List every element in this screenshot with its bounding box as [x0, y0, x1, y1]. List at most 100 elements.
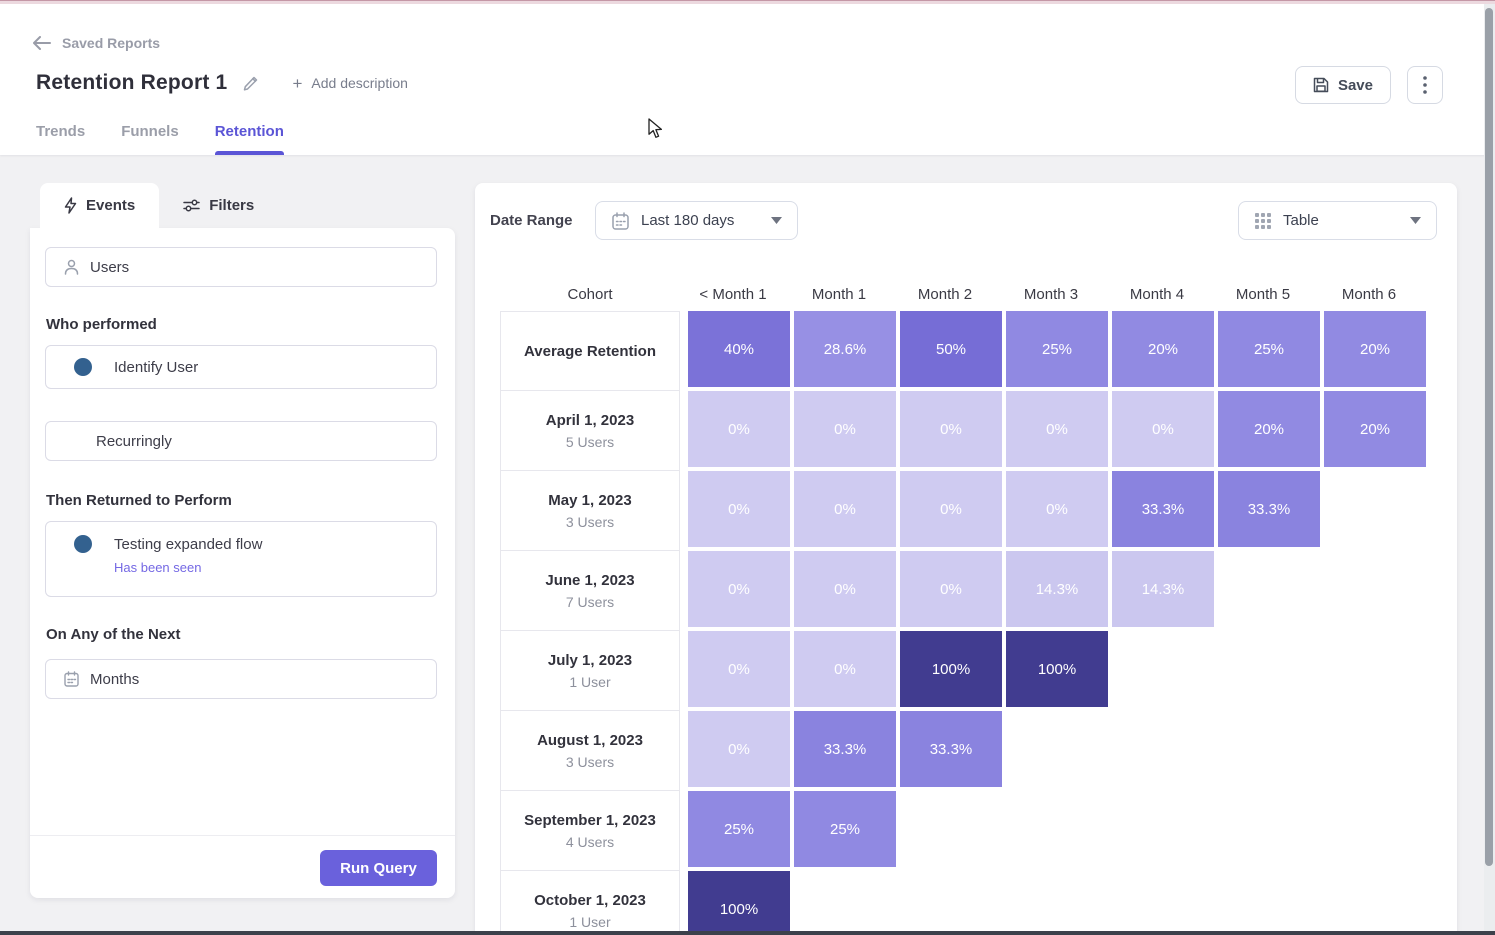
retention-cell[interactable]: 100% — [1006, 631, 1108, 707]
cohort-label: August 1, 2023 — [537, 732, 643, 749]
retention-cell[interactable]: 33.3% — [1218, 471, 1320, 547]
back-to-saved-reports[interactable]: Saved Reports — [33, 35, 160, 51]
back-label: Saved Reports — [62, 35, 160, 51]
table-row: May 1, 20233 Users0%0%0%0%33.3%33.3% — [500, 471, 1430, 551]
column-header-month: Month 3 — [998, 286, 1104, 303]
plus-icon: + — [292, 75, 302, 92]
run-query-button[interactable]: Run Query — [320, 850, 437, 886]
column-header-month: Month 6 — [1316, 286, 1422, 303]
return-event[interactable]: Testing expanded flow Has been seen — [45, 521, 437, 597]
retention-cell[interactable]: 25% — [794, 791, 896, 867]
chevron-down-icon — [1410, 217, 1421, 224]
retention-cell[interactable]: 0% — [1006, 471, 1108, 547]
date-range-dropdown[interactable]: Last 180 days — [595, 201, 798, 240]
retention-cell[interactable]: 20% — [1112, 311, 1214, 387]
cohort-cell: September 1, 20234 Users — [500, 791, 680, 871]
cohort-label: September 1, 2023 — [524, 812, 656, 829]
save-button[interactable]: Save — [1295, 66, 1391, 104]
retention-cell[interactable]: 14.3% — [1112, 551, 1214, 627]
tab-retention-label: Retention — [215, 123, 284, 140]
retention-grid-rows: Average Retention40%28.6%50%25%20%25%20%… — [500, 311, 1430, 935]
tab-retention[interactable]: Retention — [215, 123, 284, 155]
value-cells: 0%0%0%0%33.3%33.3% — [688, 471, 1324, 551]
page-title: Retention Report 1 — [36, 71, 227, 95]
query-panel-tabs: Events Filters — [40, 183, 278, 228]
retention-cell[interactable]: 40% — [688, 311, 790, 387]
retention-cell[interactable]: 0% — [794, 631, 896, 707]
table-row: April 1, 20235 Users0%0%0%0%0%20%20% — [500, 391, 1430, 471]
retention-cell[interactable]: 0% — [688, 551, 790, 627]
retention-cell[interactable]: 0% — [794, 551, 896, 627]
calendar-icon — [64, 671, 79, 687]
retention-cell[interactable]: 0% — [794, 471, 896, 547]
value-cells: 0%33.3%33.3% — [688, 711, 1006, 791]
retention-cell[interactable]: 25% — [1218, 311, 1320, 387]
edit-title-icon[interactable] — [242, 75, 259, 92]
scrollbar-thumb[interactable] — [1485, 8, 1493, 866]
page-scrollbar[interactable] — [1484, 4, 1495, 931]
identify-user-label: Identify User — [114, 359, 198, 376]
value-cells: 0%0%0%0%0%20%20% — [688, 391, 1430, 471]
retention-cell[interactable]: 28.6% — [794, 311, 896, 387]
tab-trends-label: Trends — [36, 123, 85, 140]
retention-cell[interactable]: 33.3% — [1112, 471, 1214, 547]
retention-cell[interactable]: 20% — [1324, 311, 1426, 387]
recurringly-selector[interactable]: Recurringly — [45, 421, 437, 461]
retention-cell[interactable]: 50% — [900, 311, 1002, 387]
tab-events-label: Events — [86, 197, 135, 214]
retention-cell[interactable]: 0% — [688, 391, 790, 467]
table-row: August 1, 20233 Users0%33.3%33.3% — [500, 711, 1430, 791]
browser-edge-strip — [0, 931, 1495, 935]
retention-cell[interactable]: 0% — [900, 471, 1002, 547]
table-row: September 1, 20234 Users25%25% — [500, 791, 1430, 871]
retention-cell[interactable]: 33.3% — [794, 711, 896, 787]
months-selector[interactable]: Months — [45, 659, 437, 699]
retention-cell[interactable]: 0% — [1006, 391, 1108, 467]
user-icon — [64, 259, 79, 275]
more-options-button[interactable] — [1407, 66, 1443, 104]
retention-cell[interactable]: 25% — [688, 791, 790, 867]
chevron-down-icon — [771, 217, 782, 224]
tab-filters-label: Filters — [209, 197, 254, 214]
view-selector-dropdown[interactable]: Table — [1238, 201, 1437, 240]
value-cells: 0%0%100%100% — [688, 631, 1112, 711]
value-cells: 0%0%0%14.3%14.3% — [688, 551, 1218, 631]
cohort-label: October 1, 2023 — [534, 892, 646, 909]
title-row: Retention Report 1 + Add description — [36, 71, 408, 95]
retention-cell[interactable]: 0% — [900, 551, 1002, 627]
retention-cell[interactable]: 0% — [688, 711, 790, 787]
column-header-cohort: Cohort — [500, 286, 680, 303]
retention-cell[interactable]: 100% — [688, 871, 790, 935]
retention-cell[interactable]: 14.3% — [1006, 551, 1108, 627]
tab-events[interactable]: Events — [40, 183, 159, 228]
retention-cell[interactable]: 100% — [900, 631, 1002, 707]
retention-cell[interactable]: 20% — [1218, 391, 1320, 467]
users-selector[interactable]: Users — [45, 247, 437, 287]
cohort-label: Average Retention — [524, 343, 656, 360]
return-event-label: Testing expanded flow — [114, 536, 262, 553]
cohort-user-count: 1 User — [569, 674, 610, 690]
retention-cell[interactable]: 0% — [900, 391, 1002, 467]
users-selector-label: Users — [90, 259, 129, 276]
cohort-user-count: 7 Users — [566, 594, 614, 610]
report-type-tabs: Trends Funnels Retention — [36, 123, 284, 155]
grid-header-row: Cohort< Month 1Month 1Month 2Month 3Mont… — [500, 278, 1430, 311]
retention-cell[interactable]: 20% — [1324, 391, 1426, 467]
retention-cell[interactable]: 0% — [1112, 391, 1214, 467]
tab-funnels[interactable]: Funnels — [121, 123, 179, 155]
identify-user-event[interactable]: Identify User — [45, 345, 437, 389]
retention-cell[interactable]: 33.3% — [900, 711, 1002, 787]
then-returned-label: Then Returned to Perform — [46, 492, 232, 509]
report-header: Saved Reports Retention Report 1 + Add d… — [0, 4, 1495, 155]
retention-cell[interactable]: 0% — [688, 471, 790, 547]
retention-cell[interactable]: 0% — [794, 391, 896, 467]
tab-trends[interactable]: Trends — [36, 123, 85, 155]
table-row: Average Retention40%28.6%50%25%20%25%20% — [500, 311, 1430, 391]
save-icon — [1313, 77, 1329, 93]
has-been-seen-link[interactable]: Has been seen — [114, 560, 436, 575]
cohort-label: July 1, 2023 — [548, 652, 632, 669]
tab-filters[interactable]: Filters — [159, 183, 278, 228]
retention-cell[interactable]: 0% — [688, 631, 790, 707]
retention-cell[interactable]: 25% — [1006, 311, 1108, 387]
add-description-button[interactable]: + Add description — [292, 75, 407, 92]
